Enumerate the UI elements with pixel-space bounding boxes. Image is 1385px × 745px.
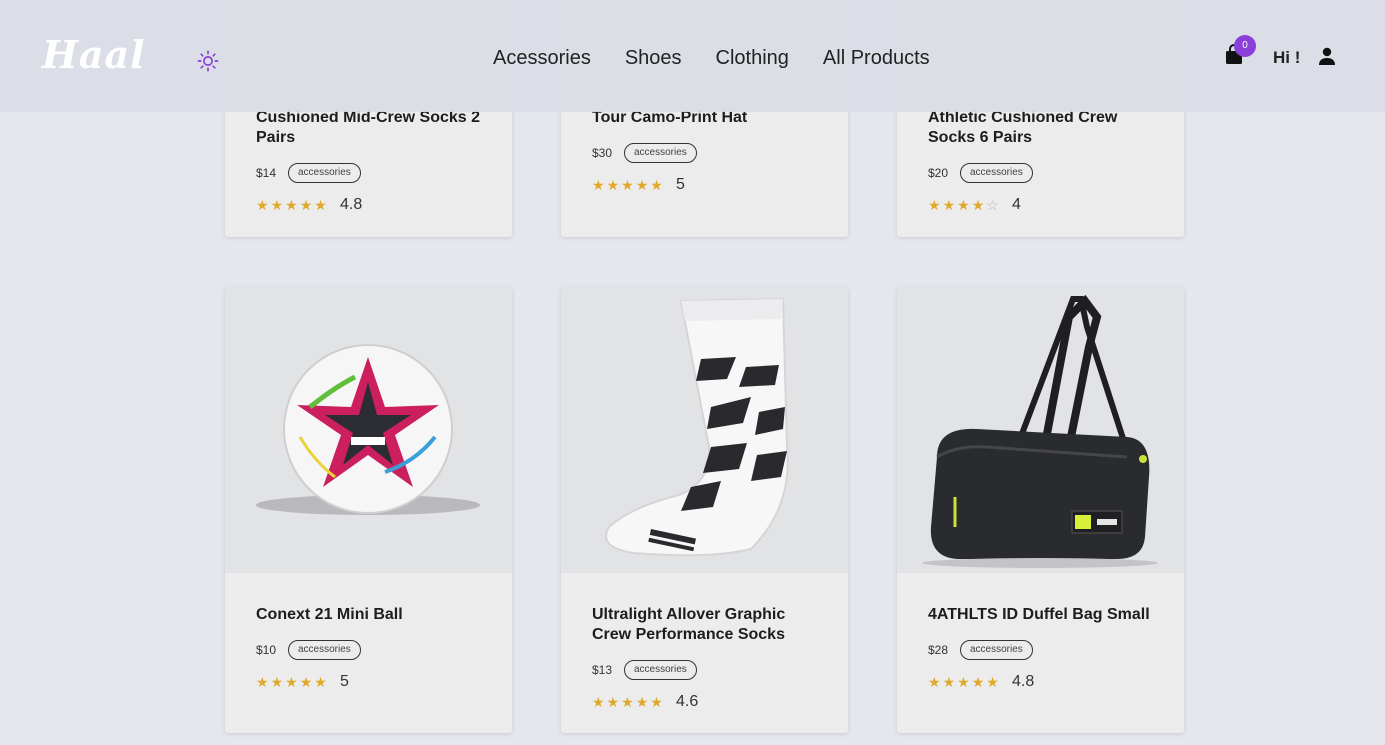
star-rating: ★ ★ ★ ★ ★ <box>928 674 1012 690</box>
star-filled-icon: ★ <box>256 197 269 213</box>
category-tag[interactable]: accessories <box>960 640 1033 660</box>
star-filled-icon: ★ <box>942 674 956 690</box>
duffel-bag-image <box>922 294 1158 568</box>
rating-value: 4.6 <box>676 693 699 710</box>
category-tag[interactable]: accessories <box>624 143 697 163</box>
rating-value: 4 <box>1012 196 1021 213</box>
star-filled-icon: ★ <box>256 674 269 690</box>
user-icon[interactable] <box>1317 46 1337 66</box>
star-filled-icon: ★ <box>314 674 327 690</box>
star-filled-icon: ★ <box>621 177 634 193</box>
star-filled-icon: ★ <box>314 197 327 213</box>
star-filled-icon: ★ <box>299 674 313 690</box>
star-filled-icon: ★ <box>606 177 620 193</box>
star-filled-icon: ★ <box>592 694 605 710</box>
star-rating: ★ ★ ★ ★ ☆ <box>928 197 1012 213</box>
star-rating: ★ ★ ★ ★ ★ <box>256 197 340 213</box>
star-filled-icon: ★ <box>942 197 956 213</box>
rating-value: 4.8 <box>340 196 363 213</box>
star-filled-icon: ★ <box>606 694 620 710</box>
product-card[interactable]: 4ATHLTS ID Duffel Bag Small $28 accessori… <box>897 287 1184 733</box>
star-filled-icon: ★ <box>285 197 298 213</box>
star-filled-icon: ★ <box>971 674 985 690</box>
star-filled-icon: ★ <box>621 694 634 710</box>
star-filled-icon: ★ <box>971 197 985 213</box>
category-tag[interactable]: accessories <box>960 163 1033 183</box>
star-filled-icon: ★ <box>650 177 663 193</box>
product-title: 4ATHLTS ID Duffel Bag Small <box>928 606 1150 623</box>
category-tag[interactable]: accessories <box>288 163 361 183</box>
star-filled-icon: ★ <box>635 694 649 710</box>
rating-value: 5 <box>340 673 349 690</box>
nav-clothing[interactable]: Clothing <box>716 47 789 70</box>
product-card[interactable]: Ultralight Allover Graphic Crew Performa… <box>561 287 848 733</box>
star-filled-icon: ★ <box>299 197 313 213</box>
category-tag[interactable]: accessories <box>624 660 697 680</box>
product-price: $28 <box>928 643 949 657</box>
cart-count-badge: 0 <box>1234 35 1256 57</box>
star-filled-icon: ★ <box>957 674 970 690</box>
star-filled-icon: ★ <box>650 694 663 710</box>
nav-shoes[interactable]: Shoes <box>625 47 682 70</box>
nav-accessories[interactable]: Acessories <box>493 47 591 70</box>
product-price: $20 <box>928 166 949 180</box>
brand-logo[interactable]: Haal <box>42 32 146 77</box>
user-greeting: Hi ! <box>1273 48 1301 67</box>
star-filled-icon: ★ <box>270 674 284 690</box>
star-filled-icon: ★ <box>635 177 649 193</box>
nav-all-products[interactable]: All Products <box>823 47 930 70</box>
main-nav: Acessories Shoes Clothing All Products <box>493 47 930 70</box>
star-rating: ★ ★ ★ ★ ★ <box>592 694 676 710</box>
soccer-ball-image <box>256 344 480 515</box>
star-filled-icon: ★ <box>592 177 605 193</box>
star-filled-icon: ★ <box>986 674 999 690</box>
site-header: Haal Acessories Shoes Clothing All Produ… <box>0 0 1385 112</box>
star-filled-icon: ★ <box>285 674 298 690</box>
product-title: Ultralight Allover Graphic Crew Performa… <box>592 606 786 643</box>
category-tag[interactable]: accessories <box>288 640 361 660</box>
star-rating: ★ ★ ★ ★ ★ <box>592 177 676 193</box>
sock-image <box>605 297 789 557</box>
rating-value: 5 <box>676 176 685 193</box>
star-filled-icon: ★ <box>928 674 941 690</box>
product-price: $13 <box>592 663 613 677</box>
star-empty-icon: ☆ <box>986 197 999 213</box>
product-title: Conext 21 Mini Ball <box>256 606 403 623</box>
star-filled-icon: ★ <box>270 197 284 213</box>
product-title: Cushioned Mid-Crew Socks 2 Pairs <box>256 109 481 146</box>
rating-value: 4.8 <box>1012 673 1035 690</box>
star-filled-icon: ★ <box>928 197 941 213</box>
star-rating: ★ ★ ★ ★ ★ <box>256 674 340 690</box>
product-card[interactable]: Conext 21 Mini Ball $10 accessories ★ ★ ★ ★ ★… <box>225 287 512 733</box>
product-image[interactable] <box>561 287 848 573</box>
star-filled-icon: ★ <box>957 197 970 213</box>
product-title: Athletic Cushioned Crew Socks 6 Pairs <box>928 109 1118 146</box>
product-price: $14 <box>256 166 277 180</box>
product-image[interactable] <box>225 287 512 573</box>
product-price: $30 <box>592 146 613 160</box>
product-image[interactable] <box>897 287 1184 573</box>
sun-icon[interactable] <box>197 50 219 72</box>
product-price: $10 <box>256 643 277 657</box>
